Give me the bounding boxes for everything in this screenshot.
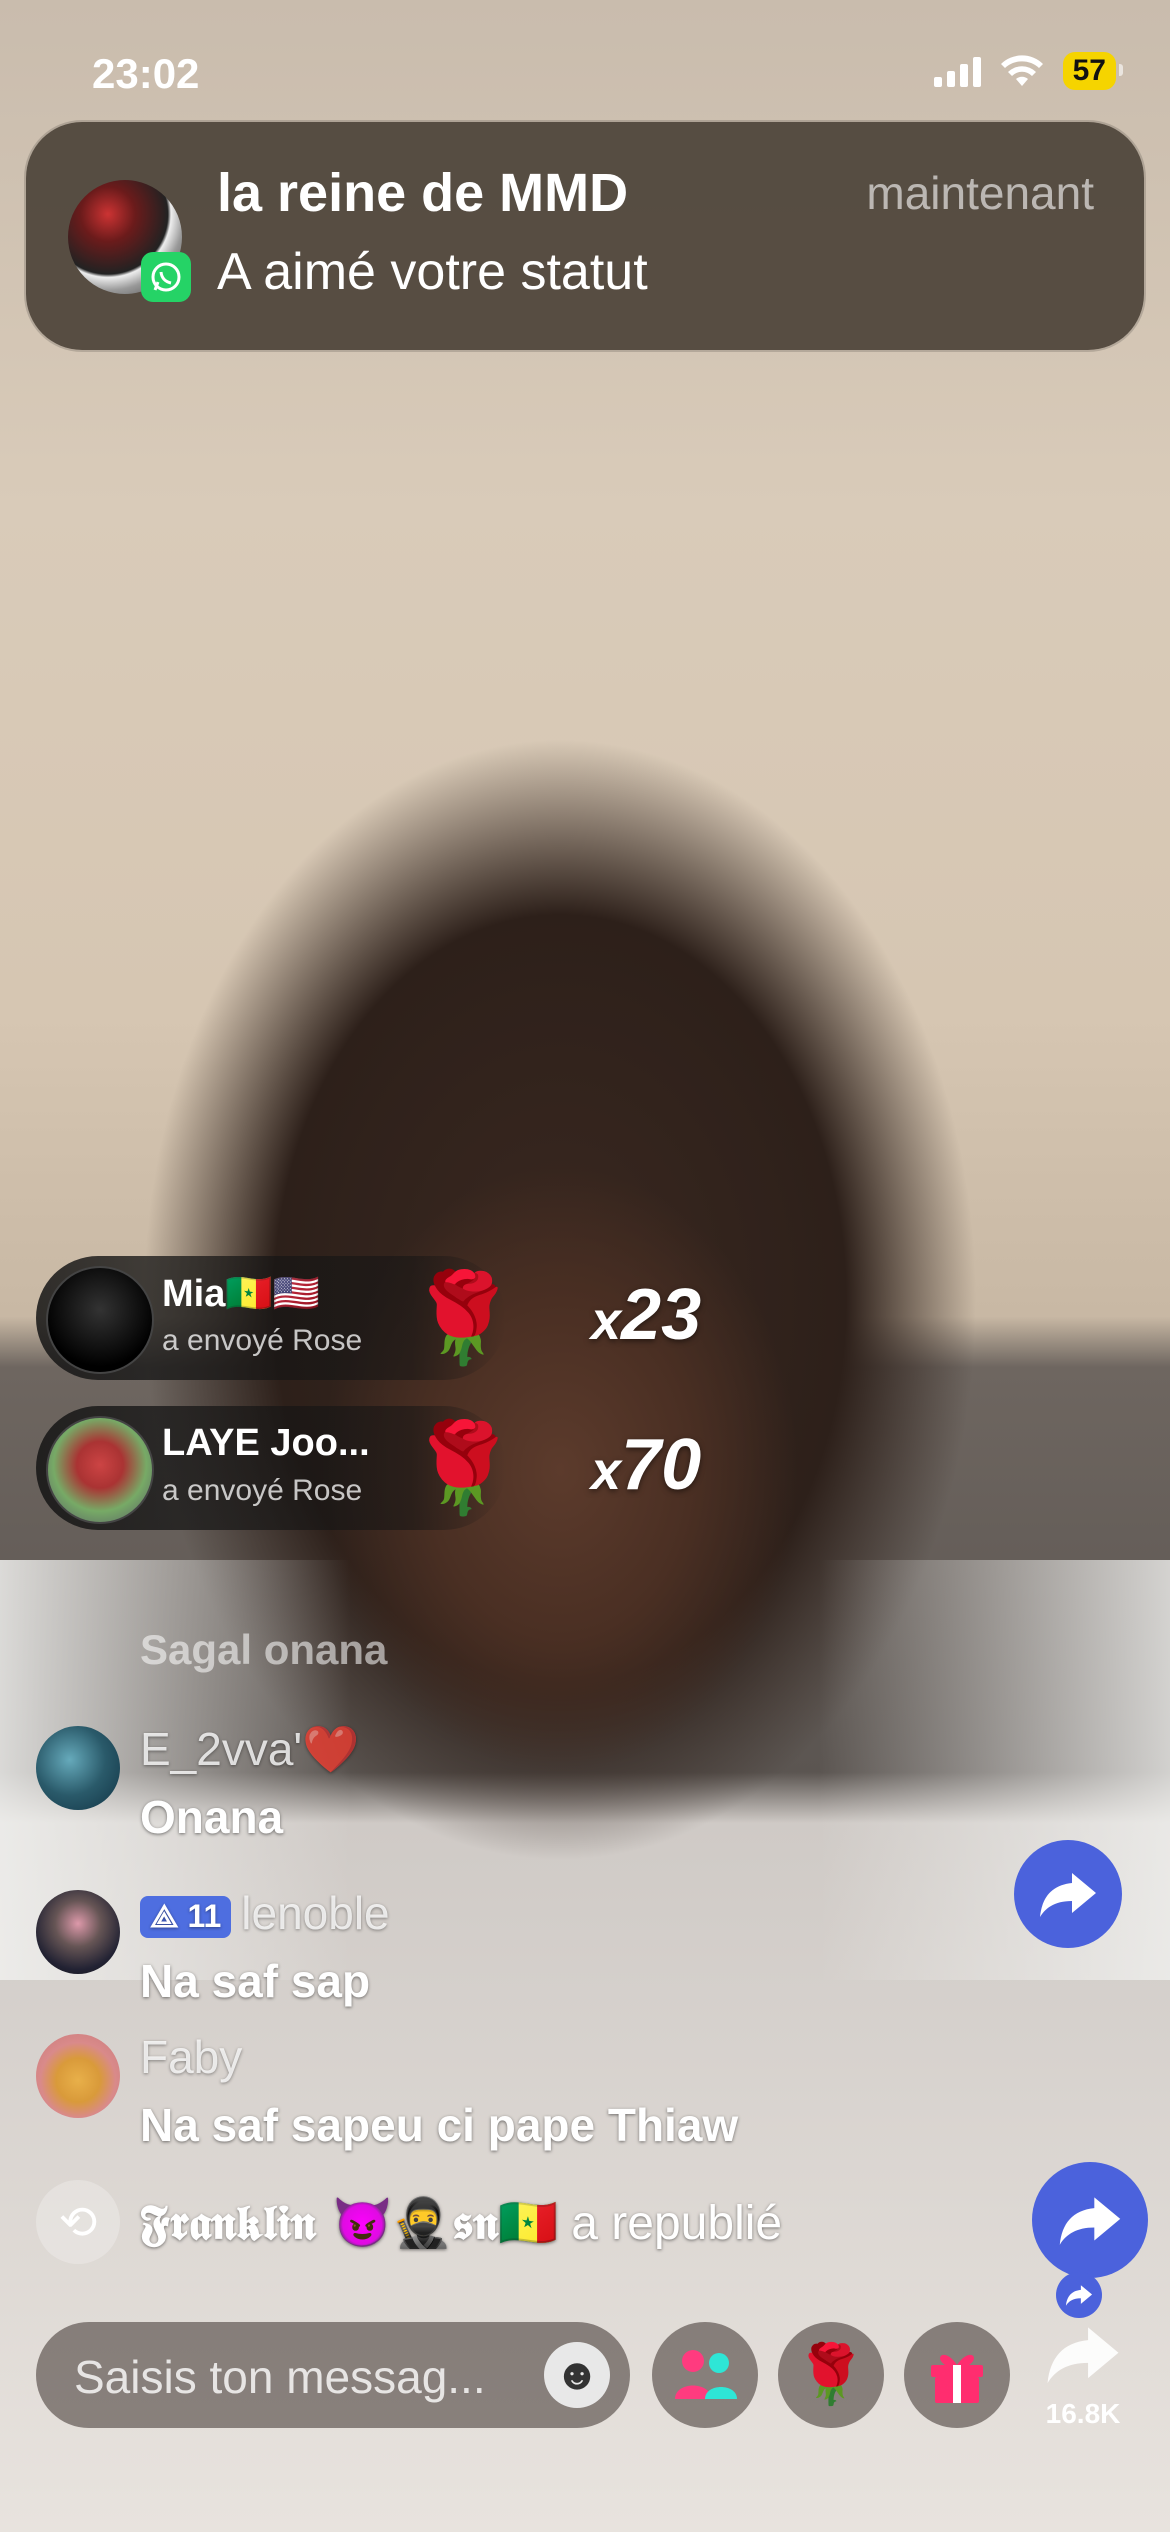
notification-message: A aimé votre statut xyxy=(217,243,648,301)
share-arrow-icon xyxy=(1059,2197,1121,2245)
emoji-icon[interactable]: ☻ xyxy=(544,2342,610,2408)
chat-text: Na saf sapeu ci pape Thiaw xyxy=(140,2099,739,2151)
status-bar: 23:02 57 xyxy=(0,40,1170,110)
share-mini-badge xyxy=(1056,2272,1102,2318)
gift-action-text: a envoyé Rose xyxy=(162,1324,363,1357)
repost-icon: ⟲ xyxy=(36,2180,120,2264)
gift-sender-name: Mia🇸🇳🇺🇸 xyxy=(162,1273,320,1315)
chat-text: Onana xyxy=(140,1791,284,1843)
share-arrow-icon xyxy=(1028,2322,1138,2402)
gift-sender-avatar xyxy=(46,1416,154,1524)
gift-banner[interactable]: Mia🇸🇳🇺🇸 a envoyé Rose 🌹 x23 xyxy=(36,1256,701,1380)
chat-username: Faby xyxy=(140,2031,243,2083)
whatsapp-notification[interactable]: la reine de MMD maintenant A aimé votre … xyxy=(26,122,1144,350)
rose-icon: 🌹 xyxy=(794,2342,868,2407)
status-time: 23:02 xyxy=(92,50,200,97)
battery-indicator: 57 xyxy=(1062,52,1124,90)
level-badge: ⟁ 11 xyxy=(140,1895,232,1938)
chat-faded-name: Sagal onana xyxy=(140,1626,388,1673)
share-count: 16.8K xyxy=(1045,2398,1121,2429)
gift-button[interactable] xyxy=(904,2322,1010,2428)
message-input[interactable]: Saisis ton messag... ☻ xyxy=(36,2322,630,2428)
gift-box-icon xyxy=(931,2354,983,2403)
rose-gift-icon: 🌹 xyxy=(408,1268,518,1367)
rose-gift-button[interactable]: 🌹 xyxy=(778,2322,884,2428)
gift-action-text: a envoyé Rose xyxy=(162,1474,363,1507)
gift-sender-name: LAYE Joo... xyxy=(162,1422,370,1464)
share-float-button[interactable] xyxy=(1014,1840,1122,1948)
chat-username: E_2vva'❤️ xyxy=(140,1723,360,1775)
whatsapp-icon xyxy=(141,252,191,302)
gift-banner[interactable]: LAYE Joo... a envoyé Rose 🌹 x70 xyxy=(36,1406,701,1530)
people-icon xyxy=(675,2350,737,2399)
avatar[interactable] xyxy=(36,2034,120,2118)
chat-text: Na saf sap xyxy=(140,1955,371,2007)
gift-count: x70 xyxy=(591,1425,702,1505)
rose-gift-icon: 🌹 xyxy=(408,1418,518,1517)
share-arrow-icon xyxy=(1040,1873,1096,1917)
avatar[interactable] xyxy=(36,1890,120,1974)
status-icons: 57 xyxy=(933,52,1124,90)
avatar[interactable] xyxy=(36,1726,120,1810)
multi-guest-button[interactable] xyxy=(652,2322,758,2428)
message-input-placeholder: Saisis ton messag... xyxy=(74,2351,486,2403)
share-arrow-icon xyxy=(1065,2285,1093,2306)
share-button[interactable]: 16.8K xyxy=(1028,2322,1138,2442)
wifi-icon xyxy=(1000,55,1043,86)
notification-sender: la reine de MMD xyxy=(217,163,629,223)
gift-sender-avatar xyxy=(46,1266,154,1374)
notification-time: maintenant xyxy=(866,167,1094,219)
share-float-button-large[interactable] xyxy=(1032,2162,1148,2278)
gift-count: x23 xyxy=(591,1275,702,1355)
cellular-signal-icon xyxy=(933,55,981,87)
chat-username: ⟁ 11 lenoble xyxy=(140,1886,390,1940)
repost-text: 𝕱𝖗𝖆𝖓𝖐𝖑𝖎𝖓 😈🥷𝖘𝖓🇸🇳 a republié xyxy=(140,2195,783,2251)
